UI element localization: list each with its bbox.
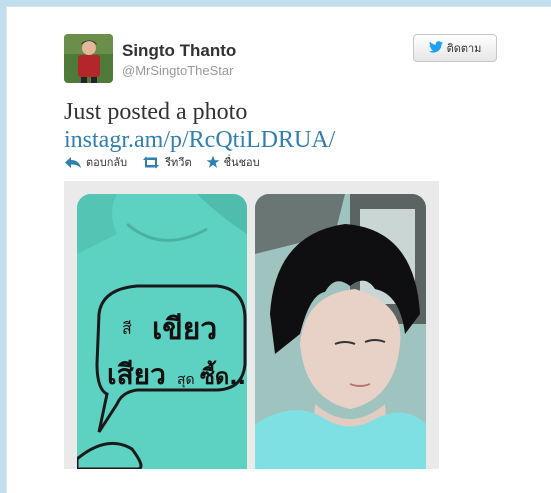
avatar[interactable] <box>64 34 113 83</box>
shirt-text-big1: เขียว <box>152 312 217 347</box>
retweet-button[interactable]: รีทวีต <box>141 153 192 171</box>
favorite-label: ชื่นชอบ <box>223 157 260 169</box>
retweet-icon <box>143 156 160 168</box>
selfie-photo-image <box>255 194 426 469</box>
profile-photo-icon <box>64 34 113 83</box>
media-preview[interactable]: สี เขียว เสียว สุด ซี้ด... <box>64 181 439 469</box>
shirt-text-small2: สุด <box>177 372 195 388</box>
shirt-photo: สี เขียว เสียว สุด ซี้ด... <box>77 194 247 469</box>
shirt-text-big2: เสียว <box>107 358 166 391</box>
selfie-photo <box>255 194 426 469</box>
tweet-actions: ตอบกลับ รีทวีต ชื่นชอบ <box>64 153 260 171</box>
reply-button[interactable]: ตอบกลับ <box>64 153 127 171</box>
star-icon <box>206 155 220 168</box>
follow-button[interactable]: ติดตาม <box>413 34 497 62</box>
follow-label: ติดตาม <box>446 43 482 55</box>
twitter-bird-icon <box>428 40 443 56</box>
tweet-card: Singto Thanto @MrSingtoTheStar ติดตาม Ju… <box>6 6 551 493</box>
tweet-link[interactable]: instagr.am/p/RcQtiLDRUA/ <box>64 127 335 153</box>
user-handle[interactable]: @MrSingtoTheStar <box>122 63 233 78</box>
reply-icon <box>65 156 81 168</box>
shirt-text-small1: สี <box>122 319 132 338</box>
retweet-label: รีทวีต <box>165 157 192 169</box>
tweet-text: Just posted a photo instagr.am/p/RcQtiLD… <box>64 98 534 154</box>
display-name[interactable]: Singto Thanto <box>122 41 236 61</box>
shirt-photo-image: สี เขียว เสียว สุด ซี้ด... <box>77 194 247 469</box>
favorite-button[interactable]: ชื่นชอบ <box>206 153 260 171</box>
tweet-body: Just posted a photo <box>64 99 248 125</box>
reply-label: ตอบกลับ <box>86 157 128 169</box>
shirt-text-end: ซี้ด... <box>200 360 247 390</box>
